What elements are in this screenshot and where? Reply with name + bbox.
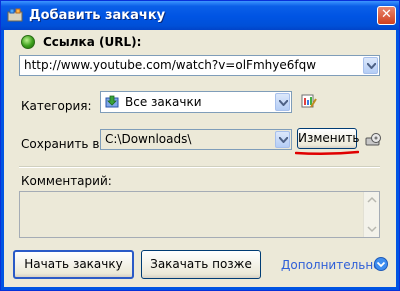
disk-space-icon[interactable] (365, 132, 382, 147)
save-path-combobox[interactable]: C:\Downloads\ (100, 129, 292, 150)
url-dropdown-button[interactable] (363, 57, 378, 74)
comment-textarea[interactable] (19, 191, 380, 238)
comment-label: Комментарий: (21, 174, 112, 188)
dialog-body: Ссылка (URL): http://www.youtube.com/wat… (4, 30, 396, 287)
url-combobox[interactable]: http://www.youtube.com/watch?v=olFmhye6f… (19, 55, 380, 76)
start-download-button[interactable]: Начать закачку (13, 250, 134, 279)
comment-scrollbar[interactable] (363, 192, 379, 237)
chevron-down-icon (279, 100, 288, 106)
save-to-label: Сохранить в: (21, 137, 104, 151)
category-label: Категория: (21, 99, 92, 113)
change-folder-button[interactable]: Изменить (297, 128, 360, 149)
more-options-label: Дополнительно (281, 258, 381, 272)
chevron-down-icon (367, 63, 376, 69)
scroll-arrows-icon (367, 196, 377, 233)
category-value: Все закачки (125, 95, 202, 109)
chevron-down-circle-icon[interactable] (374, 257, 388, 271)
dialog-window: Добавить закачку ✕ Ссылка (URL): http://… (0, 0, 400, 291)
url-value: http://www.youtube.com/watch?v=olFmhye6f… (24, 58, 317, 72)
category-folder-icon (105, 95, 119, 109)
save-path-value: C:\Downloads\ (105, 132, 192, 146)
globe-icon (21, 35, 35, 49)
save-path-dropdown-button[interactable] (275, 131, 290, 148)
title-bar[interactable]: Добавить закачку ✕ (1, 1, 399, 30)
download-later-button[interactable]: Закачать позже (141, 250, 261, 279)
chevron-down-icon (279, 137, 288, 143)
category-dropdown-button[interactable] (275, 93, 290, 111)
red-underline-annotation (295, 150, 359, 156)
app-icon (7, 8, 23, 22)
category-combobox[interactable]: Все закачки (100, 91, 292, 113)
url-label: Ссылка (URL): (43, 35, 142, 49)
more-options-link[interactable]: Дополнительно (281, 258, 381, 272)
edit-categories-icon[interactable] (301, 93, 317, 109)
window-title: Добавить закачку (29, 8, 166, 23)
separator-line (19, 166, 380, 168)
close-button[interactable]: ✕ (377, 6, 396, 25)
